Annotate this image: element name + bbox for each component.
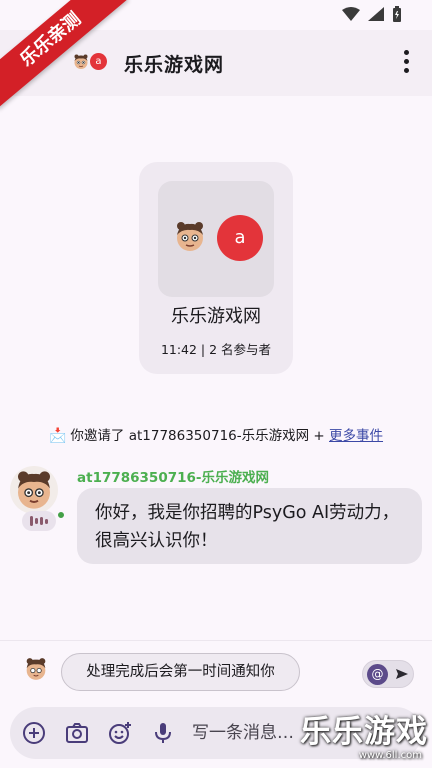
- header-avatar-face-icon[interactable]: [72, 53, 90, 71]
- status-icons: [342, 6, 402, 22]
- message-sender[interactable]: at17786350716-乐乐游戏网: [77, 466, 269, 486]
- camera-icon[interactable]: [65, 721, 89, 745]
- room-avatar-group: a: [158, 181, 274, 297]
- envelope-icon: 📩: [48, 428, 67, 444]
- event-text: 你邀请了 at17786350716-乐乐游戏网 +: [70, 428, 330, 444]
- watermark-url: www.6ll.com: [358, 750, 422, 761]
- online-status-dot: [56, 510, 66, 520]
- notification-face-icon: [26, 658, 46, 680]
- room-avatar-face-icon: [177, 222, 203, 251]
- room-info-card: a 乐乐游戏网 11:42 | 2 名参与者: [139, 162, 293, 374]
- room-avatar-letter: a: [217, 215, 263, 261]
- header-avatar-letter[interactable]: a: [90, 53, 107, 70]
- emoji-add-icon[interactable]: [108, 721, 132, 745]
- watermark-brand: 乐乐游戏: [300, 714, 428, 750]
- site-watermark: 乐乐游戏 www.6ll.com: [300, 714, 428, 762]
- typing-indicator-icon: [22, 511, 56, 531]
- notification-avatar: [22, 655, 50, 683]
- microphone-icon[interactable]: [151, 721, 175, 745]
- membership-event: 📩 你邀请了 at17786350716-乐乐游戏网 + 更多事件: [0, 424, 432, 444]
- more-options-button[interactable]: [404, 50, 410, 74]
- sender-face-icon: [18, 471, 50, 509]
- mention-at-icon[interactable]: @: [367, 664, 388, 685]
- mention-send-pill[interactable]: @: [362, 660, 414, 688]
- suggestion-chip[interactable]: 处理完成后会第一时间通知你: [61, 653, 300, 691]
- more-vert-icon: [404, 50, 410, 73]
- room-title[interactable]: 乐乐游戏网: [124, 50, 224, 77]
- signal-icon: [368, 7, 384, 21]
- send-icon[interactable]: [394, 666, 410, 682]
- room-meta: 11:42 | 2 名参与者: [160, 342, 272, 357]
- add-circle-icon[interactable]: [22, 721, 46, 745]
- battery-icon: [393, 6, 401, 22]
- room-name: 乐乐游戏网: [171, 306, 261, 327]
- sender-avatar[interactable]: [10, 466, 58, 514]
- message-bubble[interactable]: 你好，我是你招聘的PsyGo AI劳动力，很高兴认识你！: [77, 488, 422, 564]
- wifi-icon: [342, 7, 360, 21]
- more-events-link[interactable]: 更多事件: [329, 428, 383, 444]
